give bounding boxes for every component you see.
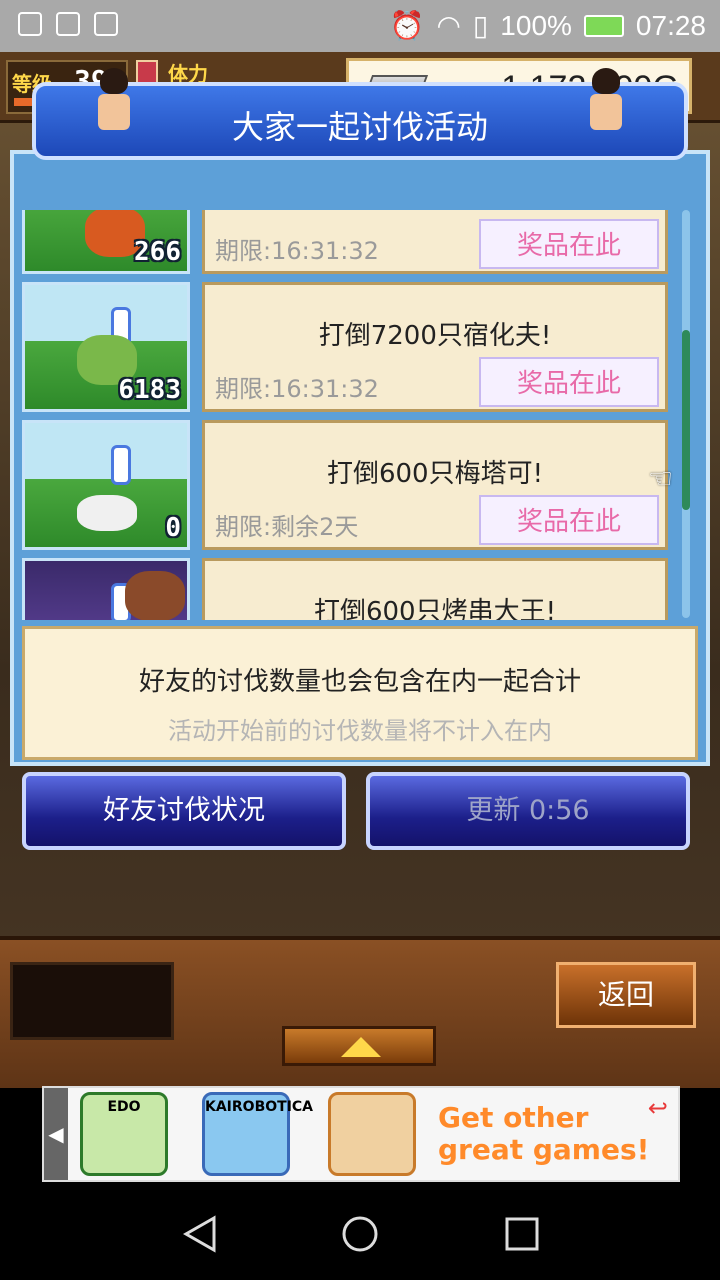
bottom-bar: 返回 <box>0 936 720 1088</box>
battery-percent: 100% <box>500 9 572 41</box>
ad-left-arrow-icon[interactable]: ◀ <box>44 1088 68 1180</box>
friend-status-button[interactable]: 好友讨伐状况 <box>22 772 346 850</box>
app-icon-restaurant[interactable] <box>328 1092 416 1176</box>
event-thumbnail <box>22 558 190 620</box>
event-row: 打倒600只烤串大王! <box>22 558 670 620</box>
monster-icon <box>125 571 185 620</box>
event-card: 打倒600只梅塔可! 期限:剩余2天 奖品在此 <box>202 420 668 550</box>
ad-banner[interactable]: ◀ EDO KAIROBOTICA Get other great games!… <box>42 1086 680 1182</box>
return-arrow-icon: ↩ <box>647 1094 668 1122</box>
event-card: 期限:16:31:32 奖品在此 <box>202 210 668 274</box>
up-arrow-icon <box>341 1037 381 1057</box>
back-nav-icon[interactable] <box>180 1214 220 1254</box>
headset-icon <box>18 12 42 36</box>
app-icon-kairobotica[interactable]: KAIROBOTICA <box>202 1092 314 1176</box>
back-button[interactable]: 返回 <box>556 962 696 1028</box>
panel-title-bar: 大家一起讨伐活动 <box>32 68 688 160</box>
event-list[interactable]: 266 期限:16:31:32 奖品在此 6183 打倒7200只宿化夫! 期限… <box>22 210 670 620</box>
recents-nav-icon[interactable] <box>502 1214 542 1254</box>
info-line-1: 好友的讨伐数量也会包含在内一起合计 <box>138 667 581 697</box>
character-icon <box>586 68 626 134</box>
wifi-icon: ◠ <box>436 10 461 41</box>
app-name-edo: EDO <box>107 1099 141 1115</box>
monster-icon <box>77 495 137 531</box>
event-thumbnail: 0 <box>22 420 190 550</box>
event-limit: 期限:剩余2天 <box>215 513 359 541</box>
event-thumbnail: 6183 <box>22 282 190 412</box>
event-row: 266 期限:16:31:32 奖品在此 <box>22 210 670 278</box>
event-title: 打倒7200只宿化夫! <box>318 321 552 351</box>
promo-line-2: great games! <box>438 1133 650 1166</box>
event-card: 打倒7200只宿化夫! 期限:16:31:32 奖品在此 <box>202 282 668 412</box>
ad-promo-text[interactable]: Get other great games! <box>438 1102 649 1166</box>
info-line-2: 活动开始前的讨伐数量将不计入在内 <box>168 717 552 745</box>
event-thumbnail: 266 <box>22 210 190 274</box>
event-row: 6183 打倒7200只宿化夫! 期限:16:31:32 奖品在此 <box>22 282 670 416</box>
info-box: 好友的讨伐数量也会包含在内一起合计 活动开始前的讨伐数量将不计入在内 <box>22 626 698 760</box>
navigation-bar <box>0 1184 720 1280</box>
prize-button[interactable]: 奖品在此 <box>479 357 659 407</box>
event-limit: 期限:16:31:32 <box>215 237 379 265</box>
event-title: 打倒600只烤串大王! <box>313 597 557 620</box>
prize-button[interactable]: 奖品在此 <box>479 495 659 545</box>
sim-icon: ▯ <box>472 10 489 41</box>
event-card: 打倒600只烤串大王! <box>202 558 668 620</box>
alert-icon <box>111 445 131 485</box>
image-icon <box>56 12 80 36</box>
battery-icon <box>583 14 624 37</box>
promo-line-1: Get other <box>438 1101 589 1134</box>
alarm-icon: ⏰ <box>389 10 425 41</box>
event-limit: 期限:16:31:32 <box>215 375 379 403</box>
event-row: 0 打倒600只梅塔可! 期限:剩余2天 奖品在此 <box>22 420 670 554</box>
status-bar: ⏰ ◠ ▯ 100% 07:28 <box>0 0 720 52</box>
kill-count: 266 <box>134 237 181 267</box>
list-scrollbar[interactable] <box>682 210 690 618</box>
kill-count: 0 <box>165 513 181 543</box>
pointer-hand-icon: ☜ <box>648 462 674 495</box>
app-icon-edo[interactable]: EDO <box>80 1092 168 1176</box>
prize-button[interactable]: 奖品在此 <box>479 219 659 269</box>
clock: 07:28 <box>635 9 706 41</box>
event-title: 打倒600只梅塔可! <box>326 459 544 489</box>
app-name-kairobotica: KAIROBOTICA <box>205 1099 314 1115</box>
empty-slot <box>10 962 174 1040</box>
keyboard-icon <box>94 12 118 36</box>
menu-up-button[interactable] <box>282 1026 436 1066</box>
refresh-button[interactable]: 更新 0:56 <box>366 772 690 850</box>
home-nav-icon[interactable] <box>340 1214 380 1254</box>
kill-count: 6183 <box>118 375 181 405</box>
